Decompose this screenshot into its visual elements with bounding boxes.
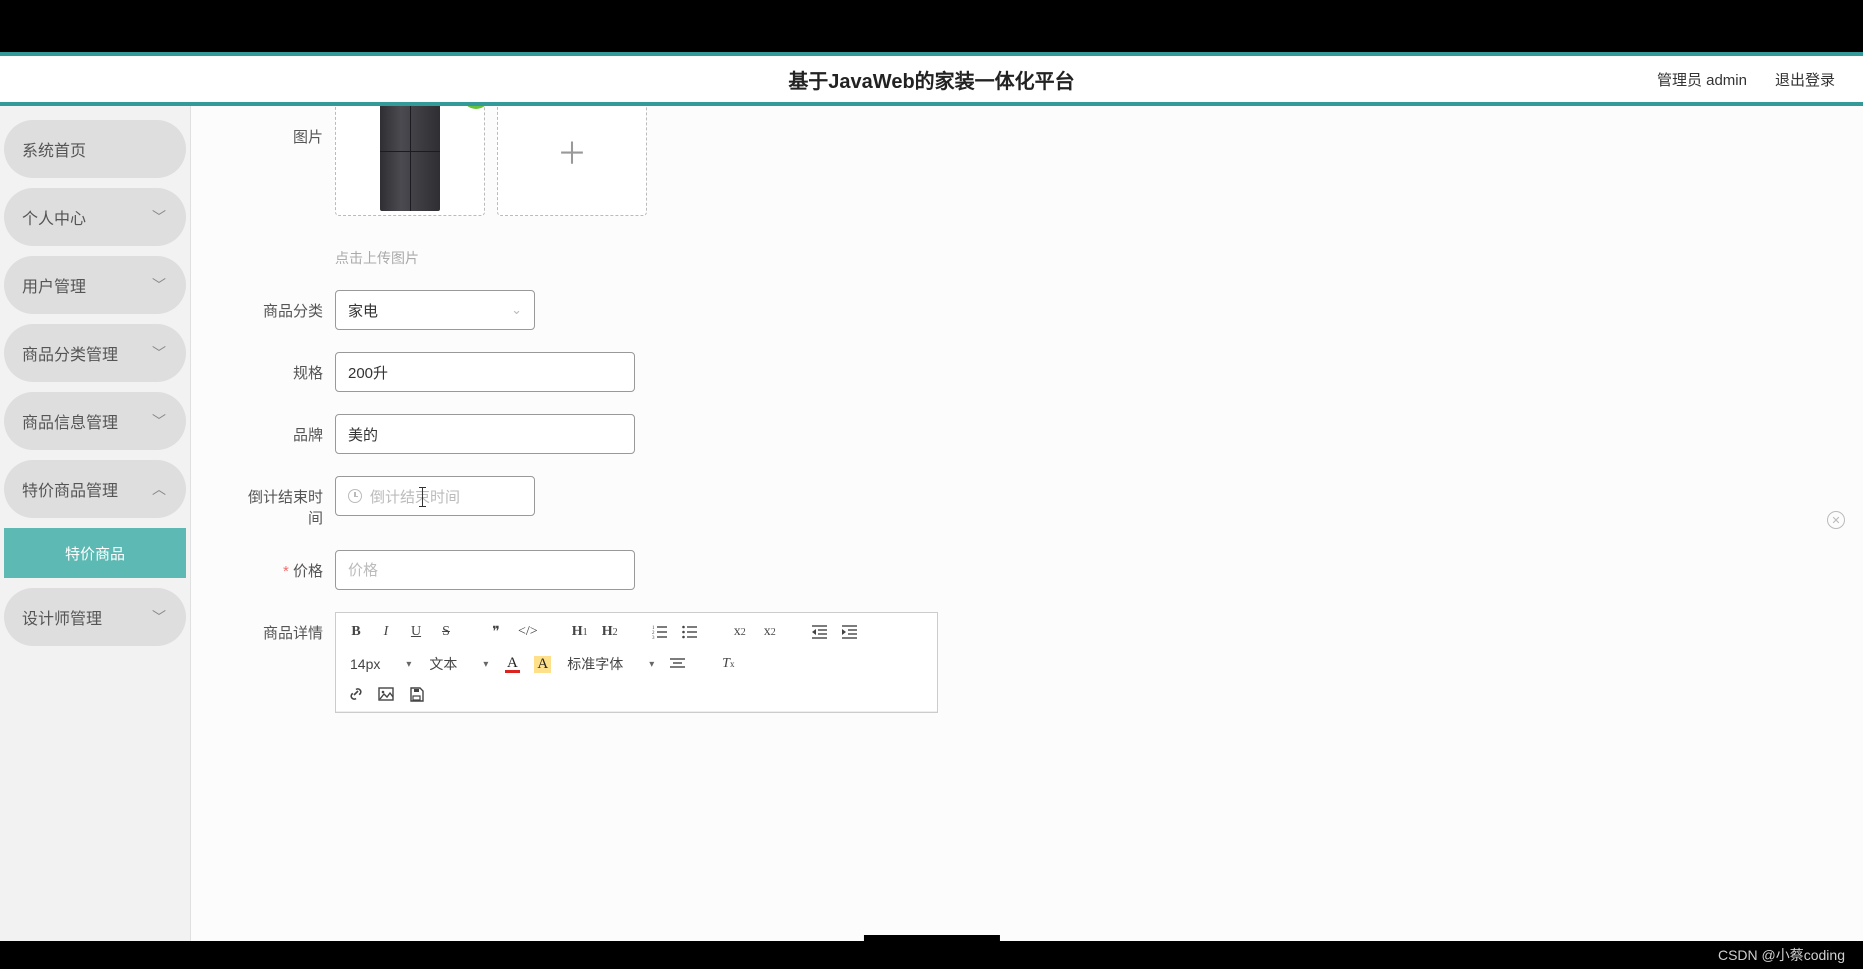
current-user-label[interactable]: 管理员 admin xyxy=(1657,69,1747,90)
spec-input[interactable] xyxy=(335,352,635,392)
sidebar-item-label: 个人中心 xyxy=(22,205,86,229)
block-format-select[interactable]: 文本 ▾ xyxy=(425,654,492,674)
letterbox-bottom: CSDN @小蔡coding xyxy=(0,941,1863,969)
upload-hint-text[interactable]: 点击上传图片 xyxy=(335,248,1819,268)
sidebar-item-designer[interactable]: 设计师管理 ﹀ xyxy=(4,588,186,646)
font-color-button[interactable]: A xyxy=(502,653,522,675)
sidebar-item-label: 设计师管理 xyxy=(22,605,102,629)
logout-link[interactable]: 退出登录 xyxy=(1775,69,1835,90)
main-content: ✕ 图片 ✓ ＋ xyxy=(190,106,1863,941)
strike-button[interactable]: S xyxy=(436,621,456,643)
sidebar-item-category[interactable]: 商品分类管理 ﹀ xyxy=(4,324,186,382)
align-button[interactable] xyxy=(668,653,688,675)
sidebar-subitem-special-products[interactable]: 特价商品 xyxy=(4,528,186,578)
caret-icon: ▾ xyxy=(483,659,488,670)
letterbox-top xyxy=(0,0,1863,52)
sidebar-item-users[interactable]: 用户管理 ﹀ xyxy=(4,256,186,314)
sidebar-item-home[interactable]: 系统首页 xyxy=(4,120,186,178)
chevron-down-icon: ⌄ xyxy=(511,302,522,318)
sidebar-item-label: 特价商品 xyxy=(65,543,125,564)
superscript-button[interactable]: x2 xyxy=(760,621,780,643)
brand-input[interactable] xyxy=(335,414,635,454)
sidebar-item-label: 商品分类管理 xyxy=(22,341,118,365)
label-price: 价格 xyxy=(235,550,335,581)
chevron-down-icon: ﹀ xyxy=(152,411,166,431)
sidebar-item-label: 系统首页 xyxy=(22,137,86,161)
sidebar-item-label: 商品信息管理 xyxy=(22,409,118,433)
svg-text:3: 3 xyxy=(652,636,655,639)
sidebar-item-label: 用户管理 xyxy=(22,273,86,297)
blockquote-button[interactable]: ❞ xyxy=(486,621,506,643)
image-button[interactable] xyxy=(376,683,396,705)
countdown-datetime-input[interactable]: 倒计结束时间 xyxy=(335,476,535,516)
caret-icon: ▾ xyxy=(406,659,411,670)
price-input[interactable] xyxy=(335,550,635,590)
unordered-list-button[interactable] xyxy=(680,621,700,643)
link-button[interactable] xyxy=(346,683,366,705)
rich-text-editor[interactable]: B I U S ❞ </> H1 H2 xyxy=(335,612,938,713)
watermark-text: CSDN @小蔡coding xyxy=(1718,945,1845,965)
italic-button[interactable]: I xyxy=(376,621,396,643)
label-spec: 规格 xyxy=(235,352,335,383)
label-brand: 品牌 xyxy=(235,414,335,445)
bold-button[interactable]: B xyxy=(346,621,366,643)
close-icon[interactable]: ✕ xyxy=(1827,511,1845,529)
sidebar-item-label: 特价商品管理 xyxy=(22,477,118,501)
category-select[interactable]: 家电 ⌄ xyxy=(335,290,535,330)
ordered-list-button[interactable]: 123 xyxy=(650,621,670,643)
caret-icon: ▾ xyxy=(649,659,654,670)
code-block-button[interactable]: </> xyxy=(516,621,540,643)
sidebar: 系统首页 个人中心 ﹀ 用户管理 ﹀ 商品分类管理 ﹀ 商品信息管理 ﹀ xyxy=(0,106,190,941)
chevron-down-icon: ﹀ xyxy=(152,275,166,295)
upload-image-button[interactable]: ＋ xyxy=(497,106,647,216)
clear-format-button[interactable]: Tx xyxy=(718,653,738,675)
sidebar-item-profile[interactable]: 个人中心 ﹀ xyxy=(4,188,186,246)
h1-button[interactable]: H1 xyxy=(570,621,590,643)
success-check-icon: ✓ xyxy=(462,106,490,109)
countdown-placeholder: 倒计结束时间 xyxy=(370,486,460,507)
header-bar: 基于JavaWeb的家装一体化平台 管理员 admin 退出登录 xyxy=(0,56,1863,102)
label-category: 商品分类 xyxy=(235,290,335,321)
indent-button[interactable] xyxy=(840,621,860,643)
font-size-select[interactable]: 14px ▾ xyxy=(346,656,415,672)
chevron-down-icon: ﹀ xyxy=(152,207,166,227)
save-button[interactable] xyxy=(406,683,426,705)
chevron-up-icon: ︿ xyxy=(152,479,166,499)
label-countdown: 倒计结束时间 xyxy=(235,476,335,528)
category-value: 家电 xyxy=(348,300,378,321)
bg-color-button[interactable]: A xyxy=(532,653,553,675)
plus-icon: ＋ xyxy=(557,129,587,173)
block-format-value: 文本 xyxy=(429,654,457,674)
font-family-select[interactable]: 标准字体 ▾ xyxy=(563,654,658,674)
label-image: 图片 xyxy=(235,106,335,147)
font-size-value: 14px xyxy=(350,656,380,672)
label-detail: 商品详情 xyxy=(235,612,335,643)
chevron-down-icon: ﹀ xyxy=(152,343,166,363)
clock-icon xyxy=(348,489,362,503)
product-image-fridge xyxy=(380,106,440,211)
underline-button[interactable]: U xyxy=(406,621,426,643)
font-family-value: 标准字体 xyxy=(567,654,623,674)
editor-toolbar: B I U S ❞ </> H1 H2 xyxy=(336,613,937,712)
subscript-button[interactable]: x2 xyxy=(730,621,750,643)
uploaded-image-thumb[interactable]: ✓ xyxy=(335,106,485,216)
h2-button[interactable]: H2 xyxy=(600,621,620,643)
app-window: 基于JavaWeb的家装一体化平台 管理员 admin 退出登录 系统首页 个人… xyxy=(0,52,1863,941)
chevron-down-icon: ﹀ xyxy=(152,607,166,627)
sidebar-item-product-info[interactable]: 商品信息管理 ﹀ xyxy=(4,392,186,450)
sidebar-item-special[interactable]: 特价商品管理 ︿ xyxy=(4,460,186,518)
app-title: 基于JavaWeb的家装一体化平台 xyxy=(0,65,1863,94)
outdent-button[interactable] xyxy=(810,621,830,643)
